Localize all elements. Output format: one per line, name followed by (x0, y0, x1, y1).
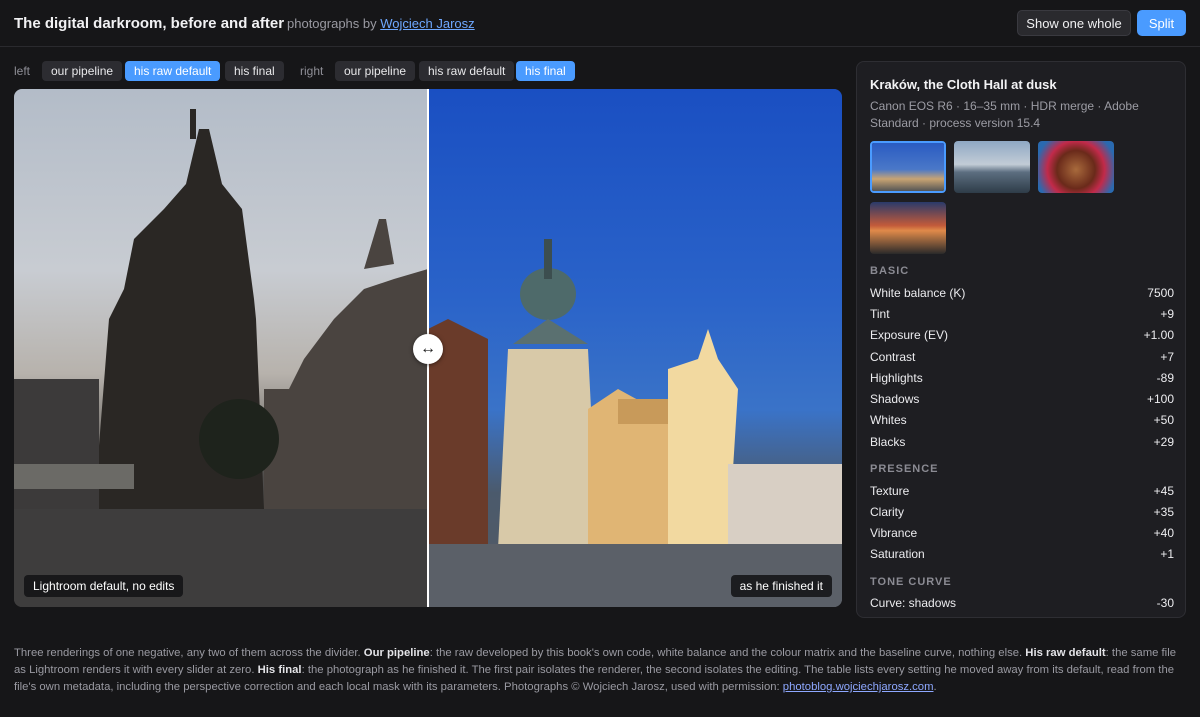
section-basic-heading: BASIC (870, 265, 910, 277)
setting-row: Blacks +29 (870, 433, 1174, 451)
show-one-whole-button[interactable]: Show one whole (1017, 10, 1131, 36)
setting-value: +45 (1153, 484, 1174, 498)
left-photo (14, 89, 428, 607)
left-caption: Lightroom default, no edits (24, 575, 184, 597)
section-presence-heading: PRESENCE (870, 463, 939, 475)
setting-name: Highlights (870, 371, 923, 385)
footer-text: Three renderings of one negative, any tw… (14, 647, 364, 659)
section-tone-curve-heading: TONE CURVE (870, 576, 952, 588)
photographer-link[interactable]: Wojciech Jarosz (380, 16, 474, 31)
setting-name: Texture (870, 484, 910, 498)
setting-name: Blacks (870, 435, 906, 449)
footer-term: Our pipeline (363, 647, 430, 659)
right-option-our-pipeline[interactable]: our pipeline (335, 61, 416, 81)
header: The digital darkroom, before and after p… (0, 0, 1200, 47)
setting-name: Curve: shadows (870, 596, 957, 610)
footer-description: Three renderings of one negative, any tw… (14, 645, 1186, 696)
setting-value: +50 (1153, 413, 1174, 427)
setting-value: +1 (1160, 547, 1174, 561)
setting-value: +100 (1146, 392, 1174, 406)
setting-row: Texture +45 (870, 482, 1174, 500)
right-caption: as he finished it (730, 575, 832, 597)
setting-name: Shadows (870, 392, 920, 406)
footer-term: His final (257, 664, 302, 676)
compare-stage[interactable]: ↔ Lightroom default, no edits as he fini… (14, 89, 842, 607)
setting-row: Whites +50 (870, 411, 1174, 429)
setting-row: Clarity +35 (870, 503, 1174, 521)
setting-row: Highlights -89 (870, 369, 1174, 387)
byline: photographs by Wojciech Jarosz (287, 16, 475, 31)
setting-name: Vibrance (870, 526, 918, 540)
thumbnail-portrait[interactable] (1038, 141, 1114, 193)
setting-row: Vibrance +40 (870, 524, 1174, 542)
right-option-his-raw-default[interactable]: his raw default (419, 61, 515, 81)
right-option-his-final[interactable]: his final (516, 61, 575, 81)
right-photo (428, 89, 842, 607)
setting-value: +35 (1153, 505, 1174, 519)
setting-value: +7 (1160, 350, 1174, 364)
setting-value: +40 (1153, 526, 1174, 540)
setting-row: Tint +9 (870, 305, 1174, 323)
split-button[interactable]: Split (1137, 10, 1186, 36)
setting-row: White balance (K) 7500 (870, 284, 1174, 302)
setting-value: -89 (1156, 371, 1174, 385)
setting-name: Saturation (870, 547, 925, 561)
left-option-our-pipeline[interactable]: our pipeline (42, 61, 123, 81)
setting-name: Whites (870, 413, 907, 427)
setting-value: -30 (1156, 596, 1174, 610)
setting-name: Exposure (EV) (870, 328, 949, 342)
setting-value: +1.00 (1143, 328, 1174, 342)
thumbnail-krakow[interactable] (870, 141, 946, 193)
photo-title: Kraków, the Cloth Hall at dusk (870, 77, 1057, 92)
photoblog-link[interactable]: photoblog.wojciechjarosz.com (783, 681, 934, 693)
footer-text: . (933, 681, 937, 693)
left-photo-scene (14, 109, 428, 607)
left-chooser-label: left (14, 64, 31, 78)
setting-row: Exposure (EV) +1.00 (870, 326, 1174, 344)
thumbnail-lake[interactable] (954, 141, 1030, 193)
left-option-his-final[interactable]: his final (225, 61, 284, 81)
right-chooser-label: right (300, 64, 324, 78)
byline-prefix: photographs by (287, 16, 377, 31)
setting-name: Contrast (870, 350, 916, 364)
setting-value: +29 (1153, 435, 1174, 449)
setting-name: Clarity (870, 505, 905, 519)
page-title: The digital darkroom, before and after (14, 15, 285, 32)
divider-handle-icon[interactable]: ↔ (413, 334, 443, 364)
setting-row: Contrast +7 (870, 348, 1174, 366)
setting-value: +9 (1160, 307, 1174, 321)
setting-value: 7500 (1147, 286, 1174, 300)
right-photo-scene (428, 239, 842, 607)
setting-row: Curve: shadows -30 (870, 594, 1174, 612)
footer-text: : the raw developed by this book's own c… (429, 647, 1026, 659)
left-option-his-raw-default[interactable]: his raw default (125, 61, 221, 81)
footer-term: His raw default (1025, 647, 1106, 659)
photo-metadata: Canon EOS R6 · 16–35 mm · HDR merge · Ad… (870, 99, 1139, 130)
settings-panel: Kraków, the Cloth Hall at dusk Canon EOS… (856, 61, 1186, 618)
setting-name: Tint (870, 307, 890, 321)
setting-row: Saturation +1 (870, 545, 1174, 563)
thumbnail-sunset[interactable] (870, 202, 946, 254)
setting-name: White balance (K) (870, 286, 966, 300)
setting-row: Shadows +100 (870, 390, 1174, 408)
